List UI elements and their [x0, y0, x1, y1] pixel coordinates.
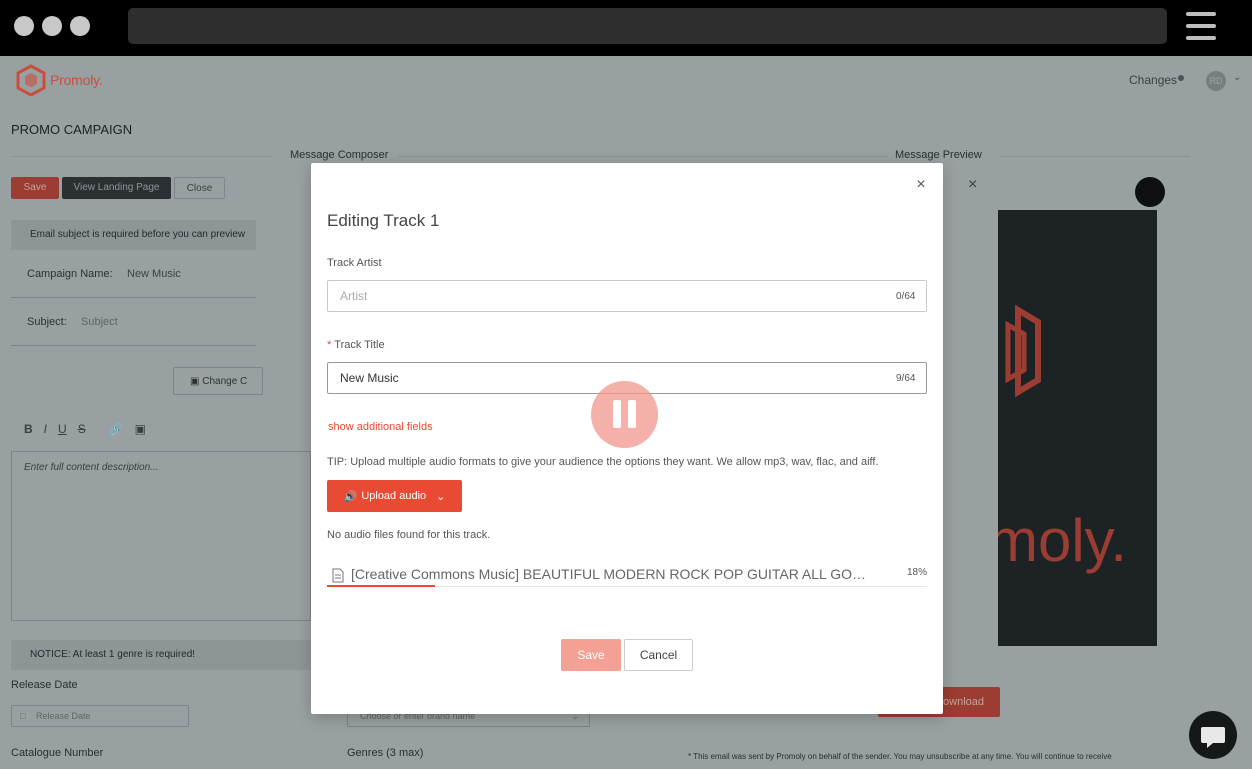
italic-icon[interactable]: I [44, 422, 47, 436]
track-title-label: * Track Title [327, 339, 385, 351]
campaign-name-label: Campaign Name: [27, 268, 113, 280]
menu-icon[interactable] [1186, 12, 1216, 40]
composer-section-label: Message Composer [287, 149, 392, 161]
divider [398, 156, 888, 157]
window-titlebar [0, 0, 1252, 56]
preview-sender-logo [1135, 177, 1165, 207]
cancel-button[interactable]: Cancel [624, 639, 693, 671]
track-artist-input[interactable] [327, 280, 927, 312]
modal-title: Editing Track 1 [327, 211, 440, 230]
calendar-icon: □ [20, 711, 26, 721]
chevron-down-icon[interactable]: ⌄ [1233, 72, 1241, 83]
preview-brand-text: moly. [998, 507, 1127, 574]
close-icon[interactable]: × [913, 177, 929, 193]
divider [11, 345, 256, 346]
view-landing-page-button[interactable]: View Landing Page [62, 177, 171, 199]
save-button[interactable]: Save [11, 177, 59, 199]
upload-percent: 18% [906, 567, 927, 578]
bold-icon[interactable]: B [24, 422, 33, 436]
change-cover-button[interactable]: ▣ Change C [173, 367, 263, 395]
avatar[interactable]: RD [1206, 71, 1226, 91]
close-button[interactable]: Close [174, 177, 225, 199]
divider [11, 297, 256, 298]
link-icon[interactable]: 🔗 [109, 422, 124, 436]
preview-section-label: Message Preview [892, 149, 985, 161]
pause-icon [628, 400, 636, 428]
pause-button[interactable] [591, 381, 658, 448]
brand-name: Promoly. [50, 72, 103, 88]
genre-required-notice: NOTICE: At least 1 genre is required! [11, 640, 311, 670]
upload-progress-row: [Creative Commons Music] BEAUTIFUL MODER… [327, 565, 927, 587]
required-marker: * [327, 339, 332, 351]
chat-icon [1201, 727, 1225, 748]
divider [1000, 156, 1190, 157]
pause-icon [613, 400, 621, 428]
changes-link[interactable]: Changes [1129, 73, 1185, 87]
save-button[interactable]: Save [561, 639, 621, 671]
upload-progress-bar [327, 585, 435, 587]
address-bar[interactable] [128, 8, 1167, 44]
catalogue-number-label: Catalogue Number [11, 747, 104, 759]
upload-tip: TIP: Upload multiple audio formats to gi… [327, 456, 879, 468]
changes-badge [1178, 75, 1185, 81]
promoly-logo-icon [1005, 304, 1041, 398]
campaign-name-value[interactable]: New Music [127, 268, 181, 280]
editor-toolbar: B I U S 🔗 ▣ [24, 422, 146, 436]
image-icon[interactable]: ▣ [135, 422, 146, 436]
title-char-counter: 9/64 [896, 373, 916, 384]
show-additional-fields-link[interactable]: show additional fields [328, 421, 433, 433]
genres-label: Genres (3 max) [347, 747, 424, 759]
upload-file-name: [Creative Commons Music] BEAUTIFUL MODER… [351, 566, 871, 582]
window-close-button[interactable] [14, 16, 34, 36]
window-minimize-button[interactable] [42, 16, 62, 36]
page-title: PROMO CAMPAIGN [11, 122, 133, 137]
footer-note: * This email was sent by Promoly on beha… [688, 752, 1112, 761]
description-editor[interactable]: Enter full content description... [11, 451, 311, 621]
image-icon: ▣ [190, 376, 203, 387]
promoly-logo-icon [16, 64, 46, 96]
upload-audio-button[interactable]: 🔊 Upload audio ⌄ [327, 480, 462, 512]
chat-button[interactable] [1189, 711, 1237, 759]
release-date-input[interactable]: □ Release Date [11, 705, 189, 727]
file-icon [332, 568, 344, 583]
track-artist-label: Track Artist [327, 257, 382, 269]
brand-logo[interactable]: Promoly. [16, 64, 103, 96]
close-icon[interactable]: × [968, 176, 977, 194]
strikethrough-icon[interactable]: S [78, 422, 86, 436]
subject-input[interactable]: Subject [81, 316, 118, 328]
no-audio-message: No audio files found for this track. [327, 529, 491, 541]
chevron-down-icon: ⌄ [436, 490, 446, 503]
subject-label: Subject: [27, 316, 67, 328]
underline-icon[interactable]: U [58, 422, 67, 436]
release-date-label: Release Date [11, 679, 78, 691]
divider [11, 156, 271, 157]
artist-char-counter: 0/64 [896, 291, 916, 302]
subject-required-notice: Email subject is required before you can… [11, 220, 256, 250]
preview-cover-image: moly. [998, 210, 1157, 646]
window-maximize-button[interactable] [70, 16, 90, 36]
speaker-icon: 🔊 [343, 490, 358, 503]
